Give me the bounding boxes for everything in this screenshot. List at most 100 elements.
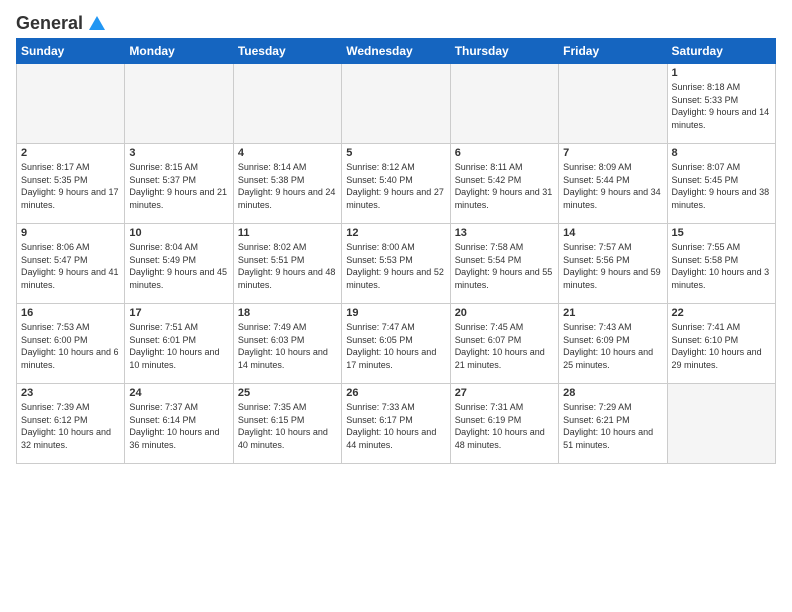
calendar-cell: 20 Sunrise: 7:45 AM Sunset: 6:07 PM Dayli…: [450, 304, 558, 384]
calendar-cell: 8Sunrise: 8:07 AM Sunset: 5:45 PM Daylig…: [667, 144, 775, 224]
calendar-cell: [233, 64, 341, 144]
day-number: 9: [21, 227, 120, 239]
header-monday: Monday: [125, 39, 233, 64]
calendar-cell: 2 Sunrise: 8:17 AM Sunset: 5:35 PM Daylig…: [17, 144, 125, 224]
calendar-cell: 27 Sunrise: 7:31 AM Sunset: 6:19 PM Dayli…: [450, 384, 558, 464]
day-info: Sunrise: 8:12 AM Sunset: 5:40 PM Dayligh…: [346, 161, 445, 211]
day-info: Sunrise: 7:39 AM Sunset: 6:12 PM Dayligh…: [21, 401, 120, 451]
logo-icon: [85, 12, 107, 34]
calendar-cell: [342, 64, 450, 144]
calendar-cell: 23 Sunrise: 7:39 AM Sunset: 6:12 PM Dayli…: [17, 384, 125, 464]
calendar-week-row: 2 Sunrise: 8:17 AM Sunset: 5:35 PM Daylig…: [17, 144, 776, 224]
calendar-cell: 15 Sunrise: 7:55 AM Sunset: 5:58 PM Dayli…: [667, 224, 775, 304]
calendar-cell: [125, 64, 233, 144]
day-info: Sunrise: 7:41 AM Sunset: 6:10 PM Dayligh…: [672, 321, 771, 371]
day-info: Sunrise: 7:43 AM Sunset: 6:09 PM Dayligh…: [563, 321, 662, 371]
calendar-cell: 3 Sunrise: 8:15 AM Sunset: 5:37 PM Daylig…: [125, 144, 233, 224]
calendar-cell: [667, 384, 775, 464]
day-number: 20: [455, 307, 554, 319]
day-info: Sunrise: 7:47 AM Sunset: 6:05 PM Dayligh…: [346, 321, 445, 371]
calendar-cell: 21 Sunrise: 7:43 AM Sunset: 6:09 PM Dayli…: [559, 304, 667, 384]
calendar-cell: 16 Sunrise: 7:53 AM Sunset: 6:00 PM Dayli…: [17, 304, 125, 384]
day-info: Sunrise: 7:55 AM Sunset: 5:58 PM Dayligh…: [672, 241, 771, 291]
day-number: 21: [563, 307, 662, 319]
day-number: 11: [238, 227, 337, 239]
calendar-cell: 24 Sunrise: 7:37 AM Sunset: 6:14 PM Dayli…: [125, 384, 233, 464]
day-number: 27: [455, 387, 554, 399]
day-info: Sunrise: 8:11 AM Sunset: 5:42 PM Dayligh…: [455, 161, 554, 211]
day-info: Sunrise: 8:17 AM Sunset: 5:35 PM Dayligh…: [21, 161, 120, 211]
day-info: Sunrise: 8:14 AM Sunset: 5:38 PM Dayligh…: [238, 161, 337, 211]
calendar-cell: 28 Sunrise: 7:29 AM Sunset: 6:21 PM Dayli…: [559, 384, 667, 464]
calendar-cell: 7 Sunrise: 8:09 AM Sunset: 5:44 PM Daylig…: [559, 144, 667, 224]
day-info: Sunrise: 8:09 AM Sunset: 5:44 PM Dayligh…: [563, 161, 662, 211]
calendar-cell: 1 Sunrise: 8:18 AM Sunset: 5:33 PM Daylig…: [667, 64, 775, 144]
day-number: 12: [346, 227, 445, 239]
calendar-week-row: 9 Sunrise: 8:06 AM Sunset: 5:47 PM Daylig…: [17, 224, 776, 304]
day-number: 22: [672, 307, 771, 319]
calendar-cell: 11Sunrise: 8:02 AM Sunset: 5:51 PM Dayli…: [233, 224, 341, 304]
logo: General: [16, 12, 107, 30]
header-sunday: Sunday: [17, 39, 125, 64]
day-info: Sunrise: 8:15 AM Sunset: 5:37 PM Dayligh…: [129, 161, 228, 211]
day-number: 26: [346, 387, 445, 399]
day-info: Sunrise: 8:04 AM Sunset: 5:49 PM Dayligh…: [129, 241, 228, 291]
calendar-week-row: 23 Sunrise: 7:39 AM Sunset: 6:12 PM Dayli…: [17, 384, 776, 464]
day-number: 23: [21, 387, 120, 399]
calendar-cell: 6 Sunrise: 8:11 AM Sunset: 5:42 PM Daylig…: [450, 144, 558, 224]
day-number: 13: [455, 227, 554, 239]
day-info: Sunrise: 7:53 AM Sunset: 6:00 PM Dayligh…: [21, 321, 120, 371]
calendar-cell: 9 Sunrise: 8:06 AM Sunset: 5:47 PM Daylig…: [17, 224, 125, 304]
day-number: 2: [21, 147, 120, 159]
day-number: 16: [21, 307, 120, 319]
calendar-cell: 12 Sunrise: 8:00 AM Sunset: 5:53 PM Dayli…: [342, 224, 450, 304]
calendar-week-row: 1 Sunrise: 8:18 AM Sunset: 5:33 PM Daylig…: [17, 64, 776, 144]
day-info: Sunrise: 7:57 AM Sunset: 5:56 PM Dayligh…: [563, 241, 662, 291]
calendar-cell: 19Sunrise: 7:47 AM Sunset: 6:05 PM Dayli…: [342, 304, 450, 384]
day-info: Sunrise: 7:45 AM Sunset: 6:07 PM Dayligh…: [455, 321, 554, 371]
calendar-cell: 4Sunrise: 8:14 AM Sunset: 5:38 PM Daylig…: [233, 144, 341, 224]
header-saturday: Saturday: [667, 39, 775, 64]
header-thursday: Thursday: [450, 39, 558, 64]
day-number: 15: [672, 227, 771, 239]
calendar-cell: 25 Sunrise: 7:35 AM Sunset: 6:15 PM Dayli…: [233, 384, 341, 464]
day-number: 17: [129, 307, 228, 319]
calendar-cell: 26 Sunrise: 7:33 AM Sunset: 6:17 PM Dayli…: [342, 384, 450, 464]
day-info: Sunrise: 8:00 AM Sunset: 5:53 PM Dayligh…: [346, 241, 445, 291]
day-info: Sunrise: 7:33 AM Sunset: 6:17 PM Dayligh…: [346, 401, 445, 451]
day-info: Sunrise: 7:37 AM Sunset: 6:14 PM Dayligh…: [129, 401, 228, 451]
calendar-cell: 14 Sunrise: 7:57 AM Sunset: 5:56 PM Dayli…: [559, 224, 667, 304]
header: General: [16, 12, 776, 30]
page: General Sunday Monday Tuesday Wednesday …: [0, 0, 792, 476]
day-info: Sunrise: 7:31 AM Sunset: 6:19 PM Dayligh…: [455, 401, 554, 451]
calendar-header-row: Sunday Monday Tuesday Wednesday Thursday…: [17, 39, 776, 64]
header-friday: Friday: [559, 39, 667, 64]
calendar-cell: 17 Sunrise: 7:51 AM Sunset: 6:01 PM Dayli…: [125, 304, 233, 384]
day-number: 1: [672, 67, 771, 79]
calendar-week-row: 16 Sunrise: 7:53 AM Sunset: 6:00 PM Dayli…: [17, 304, 776, 384]
day-number: 8: [672, 147, 771, 159]
day-info: Sunrise: 8:06 AM Sunset: 5:47 PM Dayligh…: [21, 241, 120, 291]
day-number: 14: [563, 227, 662, 239]
calendar-cell: 10Sunrise: 8:04 AM Sunset: 5:49 PM Dayli…: [125, 224, 233, 304]
day-number: 28: [563, 387, 662, 399]
logo-general-text: General: [16, 13, 83, 34]
day-info: Sunrise: 7:35 AM Sunset: 6:15 PM Dayligh…: [238, 401, 337, 451]
calendar-cell: [17, 64, 125, 144]
day-number: 3: [129, 147, 228, 159]
header-tuesday: Tuesday: [233, 39, 341, 64]
day-number: 25: [238, 387, 337, 399]
day-number: 7: [563, 147, 662, 159]
calendar-cell: [559, 64, 667, 144]
day-info: Sunrise: 8:18 AM Sunset: 5:33 PM Dayligh…: [672, 81, 771, 131]
calendar-cell: [450, 64, 558, 144]
day-info: Sunrise: 7:58 AM Sunset: 5:54 PM Dayligh…: [455, 241, 554, 291]
header-wednesday: Wednesday: [342, 39, 450, 64]
day-info: Sunrise: 7:51 AM Sunset: 6:01 PM Dayligh…: [129, 321, 228, 371]
day-info: Sunrise: 7:29 AM Sunset: 6:21 PM Dayligh…: [563, 401, 662, 451]
calendar-cell: 5 Sunrise: 8:12 AM Sunset: 5:40 PM Daylig…: [342, 144, 450, 224]
day-number: 6: [455, 147, 554, 159]
day-number: 24: [129, 387, 228, 399]
day-number: 5: [346, 147, 445, 159]
calendar-cell: 13 Sunrise: 7:58 AM Sunset: 5:54 PM Dayli…: [450, 224, 558, 304]
